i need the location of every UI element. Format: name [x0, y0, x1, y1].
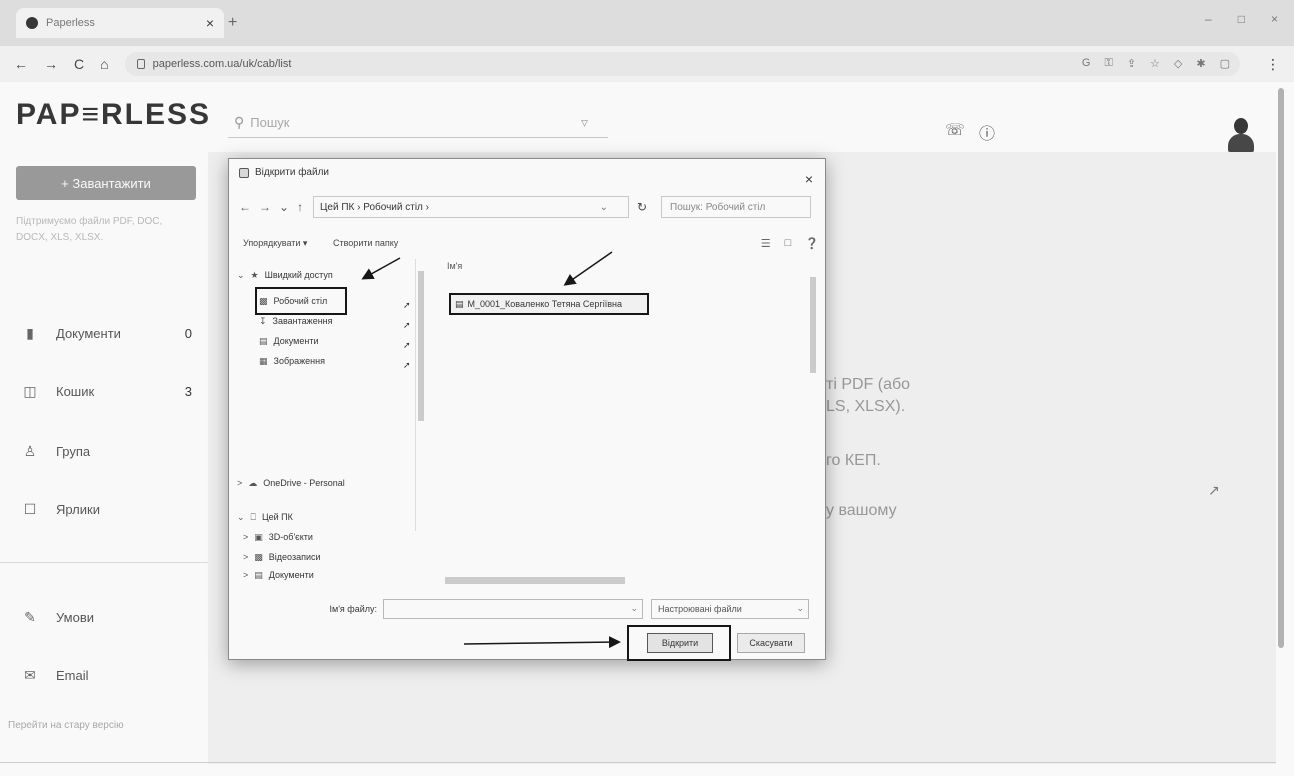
arrow-to-open-button [463, 636, 621, 649]
annotation-arrows [361, 251, 621, 649]
arrow-to-desktop [361, 257, 401, 280]
arrow-to-file [563, 251, 613, 286]
